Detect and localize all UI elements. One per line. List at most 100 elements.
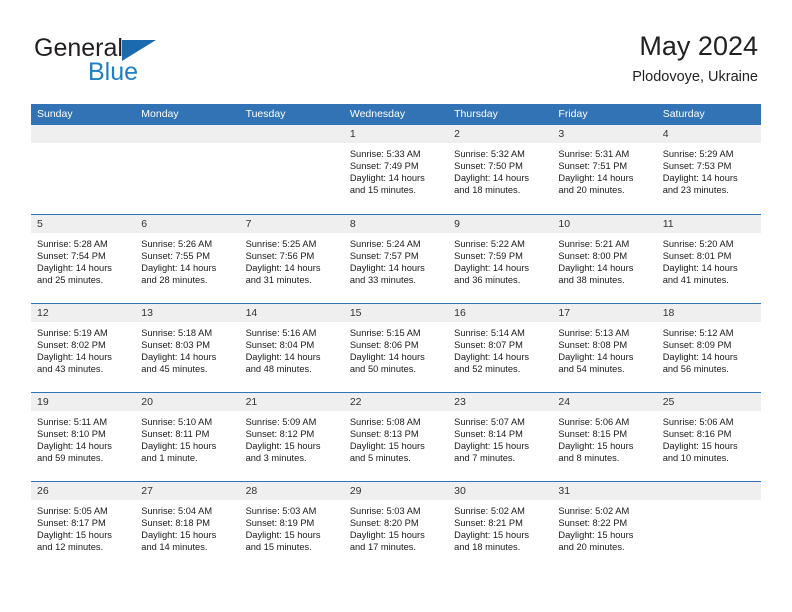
day-detail-line: Daylight: 15 hours bbox=[662, 441, 738, 452]
day-detail-line: and 41 minutes. bbox=[662, 275, 729, 286]
day-detail-line: and 54 minutes. bbox=[558, 364, 625, 375]
calendar-day-cell[interactable]: 28 Sunrise: 5:03 AM Sunset: 8:19 PM Dayligh… bbox=[239, 482, 344, 570]
calendar-day-cell[interactable]: 3 Sunrise: 5:31 AM Sunset: 7:51 PM Daylight… bbox=[552, 125, 657, 214]
calendar-day-cell[interactable]: 17 Sunrise: 5:13 AM Sunset: 8:08 PM Dayligh… bbox=[552, 304, 657, 392]
day-number-band: 11 bbox=[656, 215, 761, 234]
calendar-day-cell[interactable]: 18 Sunrise: 5:12 AM Sunset: 8:09 PM Dayligh… bbox=[656, 304, 761, 392]
calendar-day-cell[interactable]: 15 Sunrise: 5:15 AM Sunset: 8:06 PM Dayligh… bbox=[343, 304, 449, 392]
calendar-day-cell[interactable]: 19 Sunrise: 5:11 AM Sunset: 8:10 PM Dayligh… bbox=[31, 393, 136, 481]
day-detail-line: Sunrise: 5:04 AM bbox=[141, 506, 213, 516]
day-detail-line: Sunrise: 5:29 AM bbox=[662, 149, 734, 159]
day-detail-line: Daylight: 14 hours bbox=[558, 352, 634, 363]
day-number-band: 6 bbox=[135, 215, 240, 234]
day-details bbox=[31, 144, 135, 148]
day-detail-line: Sunset: 8:18 PM bbox=[141, 518, 211, 529]
day-number: 25 bbox=[662, 396, 675, 408]
day-number-band: 12 bbox=[31, 304, 136, 323]
calendar-day-cell[interactable]: 30 Sunrise: 5:02 AM Sunset: 8:21 PM Dayligh… bbox=[448, 482, 553, 570]
day-detail-line: Sunrise: 5:05 AM bbox=[37, 506, 108, 516]
calendar-day-cell[interactable]: 8 Sunrise: 5:24 AM Sunset: 7:57 PM Daylight… bbox=[343, 215, 449, 303]
day-detail-line: and 12 minutes. bbox=[37, 542, 104, 553]
day-detail-line: Sunset: 8:04 PM bbox=[245, 340, 315, 351]
calendar-day-cell[interactable]: 26 Sunrise: 5:05 AM Sunset: 8:17 PM Dayligh… bbox=[31, 482, 136, 570]
day-details bbox=[657, 501, 761, 505]
calendar-day-cell[interactable]: 27 Sunrise: 5:04 AM Sunset: 8:18 PM Dayligh… bbox=[135, 482, 240, 570]
day-details: Sunrise: 5:31 AM Sunset: 7:51 PM Daylight:… bbox=[552, 144, 656, 196]
calendar-day-cell[interactable]: 21 Sunrise: 5:09 AM Sunset: 8:12 PM Dayligh… bbox=[239, 393, 344, 481]
day-number: 22 bbox=[349, 396, 362, 408]
calendar-day-cell[interactable]: 11 Sunrise: 5:20 AM Sunset: 8:01 PM Dayligh… bbox=[656, 215, 761, 303]
day-details: Sunrise: 5:19 AM Sunset: 8:02 PM Daylight:… bbox=[31, 323, 135, 375]
day-detail-line: Sunrise: 5:32 AM bbox=[454, 149, 525, 159]
calendar-day-cell[interactable]: 1 Sunrise: 5:33 AM Sunset: 7:49 PM Daylight… bbox=[343, 125, 449, 214]
day-number: 20 bbox=[141, 396, 153, 408]
day-detail-line: Sunset: 8:15 PM bbox=[558, 429, 628, 440]
day-detail-line: Sunrise: 5:06 AM bbox=[662, 417, 734, 427]
calendar-day-cell[interactable]: 29 Sunrise: 5:03 AM Sunset: 8:20 PM Dayligh… bbox=[343, 482, 449, 570]
day-detail-line: Sunset: 8:21 PM bbox=[454, 518, 523, 529]
day-number-band bbox=[135, 125, 240, 144]
day-number: 23 bbox=[454, 396, 466, 408]
calendar-day-cell[interactable]: 25 Sunrise: 5:06 AM Sunset: 8:16 PM Dayligh… bbox=[656, 393, 761, 481]
calendar-day-cell[interactable]: 20 Sunrise: 5:10 AM Sunset: 8:11 PM Dayligh… bbox=[135, 393, 240, 481]
day-detail-line: and 1 minute. bbox=[141, 453, 198, 464]
day-details: Sunrise: 5:24 AM Sunset: 7:57 PM Daylight:… bbox=[344, 234, 448, 286]
calendar-day-cell[interactable]: 7 Sunrise: 5:25 AM Sunset: 7:56 PM Daylight… bbox=[239, 215, 344, 303]
day-detail-line: and 48 minutes. bbox=[245, 364, 312, 375]
weekday-header-wednesday: Wednesday bbox=[349, 108, 406, 120]
day-detail-line: Sunset: 7:59 PM bbox=[454, 251, 523, 262]
day-detail-line: Daylight: 14 hours bbox=[558, 263, 634, 274]
day-number: 10 bbox=[558, 218, 571, 230]
calendar-day-cell[interactable]: 9 Sunrise: 5:22 AM Sunset: 7:59 PM Daylight… bbox=[448, 215, 553, 303]
calendar-day-cell[interactable]: 22 Sunrise: 5:08 AM Sunset: 8:13 PM Dayligh… bbox=[343, 393, 449, 481]
day-number-band: 14 bbox=[239, 304, 344, 323]
brand-logo[interactable]: General Blue bbox=[34, 34, 224, 90]
day-detail-line: and 43 minutes. bbox=[37, 364, 104, 375]
calendar-day-cell[interactable]: 13 Sunrise: 5:18 AM Sunset: 8:03 PM Dayligh… bbox=[135, 304, 240, 392]
day-number: 13 bbox=[141, 307, 153, 319]
calendar-day-cell[interactable]: 23 Sunrise: 5:07 AM Sunset: 8:14 PM Dayligh… bbox=[448, 393, 553, 481]
day-number-band: 4 bbox=[656, 125, 761, 144]
day-detail-line: and 45 minutes. bbox=[141, 364, 208, 375]
calendar-day-cell[interactable]: 16 Sunrise: 5:14 AM Sunset: 8:07 PM Dayligh… bbox=[448, 304, 553, 392]
calendar-day-cell[interactable]: 31 Sunrise: 5:02 AM Sunset: 8:22 PM Dayligh… bbox=[552, 482, 657, 570]
calendar-day-cell-empty bbox=[239, 125, 344, 214]
day-number-band: 28 bbox=[239, 482, 344, 501]
day-detail-line: Sunrise: 5:03 AM bbox=[349, 506, 421, 516]
day-number-band: 2 bbox=[448, 125, 553, 144]
calendar-week-row: 26 Sunrise: 5:05 AM Sunset: 8:17 PM Dayligh… bbox=[31, 481, 761, 570]
calendar-day-cell[interactable]: 14 Sunrise: 5:16 AM Sunset: 8:04 PM Dayligh… bbox=[239, 304, 344, 392]
calendar-day-cell[interactable]: 6 Sunrise: 5:26 AM Sunset: 7:55 PM Daylight… bbox=[135, 215, 240, 303]
calendar-day-cell[interactable]: 12 Sunrise: 5:19 AM Sunset: 8:02 PM Dayligh… bbox=[31, 304, 136, 392]
day-detail-line: and 17 minutes. bbox=[349, 542, 416, 553]
day-detail-line: and 20 minutes. bbox=[558, 542, 625, 553]
day-detail-line: Sunrise: 5:11 AM bbox=[37, 417, 108, 427]
day-detail-line: Sunset: 7:54 PM bbox=[37, 251, 106, 262]
day-detail-line: Daylight: 15 hours bbox=[245, 530, 321, 541]
title-block: May 2024 Plodovoye, Ukraine bbox=[632, 30, 758, 87]
day-detail-line: Sunset: 7:51 PM bbox=[558, 161, 628, 172]
day-detail-line: Daylight: 15 hours bbox=[37, 530, 112, 541]
calendar-day-cell[interactable]: 10 Sunrise: 5:21 AM Sunset: 8:00 PM Dayligh… bbox=[552, 215, 657, 303]
day-detail-line: and 14 minutes. bbox=[141, 542, 208, 553]
day-number-band: 15 bbox=[343, 304, 449, 323]
day-details: Sunrise: 5:12 AM Sunset: 8:09 PM Daylight:… bbox=[657, 323, 761, 375]
day-details: Sunrise: 5:04 AM Sunset: 8:18 PM Daylight:… bbox=[135, 501, 239, 553]
day-number-band: 29 bbox=[343, 482, 449, 501]
day-number: 2 bbox=[454, 128, 460, 140]
calendar-day-cell[interactable]: 4 Sunrise: 5:29 AM Sunset: 7:53 PM Daylight… bbox=[656, 125, 761, 214]
day-detail-line: Daylight: 15 hours bbox=[141, 441, 217, 452]
calendar-day-cell[interactable]: 24 Sunrise: 5:06 AM Sunset: 8:15 PM Dayligh… bbox=[552, 393, 657, 481]
day-detail-line: Sunrise: 5:12 AM bbox=[662, 328, 734, 338]
day-detail-line: Sunset: 8:01 PM bbox=[662, 251, 732, 262]
day-details: Sunrise: 5:16 AM Sunset: 8:04 PM Daylight:… bbox=[240, 323, 344, 375]
day-detail-line: and 25 minutes. bbox=[37, 275, 104, 286]
day-detail-line: Sunrise: 5:22 AM bbox=[454, 239, 525, 249]
calendar-day-cell-empty bbox=[135, 125, 240, 214]
calendar-day-cell[interactable]: 5 Sunrise: 5:28 AM Sunset: 7:54 PM Daylight… bbox=[31, 215, 136, 303]
day-details: Sunrise: 5:20 AM Sunset: 8:01 PM Daylight:… bbox=[657, 234, 761, 286]
page-header: General Blue May 2024 Plodovoye, Ukraine bbox=[0, 0, 792, 102]
day-detail-line: and 31 minutes. bbox=[245, 275, 312, 286]
calendar-day-cell[interactable]: 2 Sunrise: 5:32 AM Sunset: 7:50 PM Daylight… bbox=[448, 125, 553, 214]
day-details: Sunrise: 5:09 AM Sunset: 8:12 PM Daylight:… bbox=[240, 412, 344, 464]
